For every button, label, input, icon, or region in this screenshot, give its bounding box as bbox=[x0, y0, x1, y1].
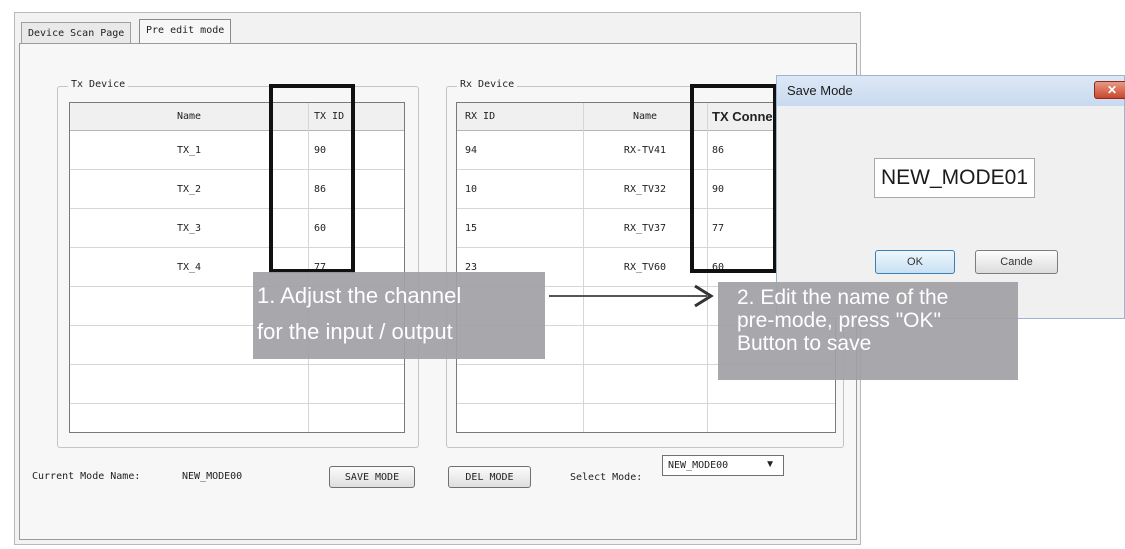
save-mode-button[interactable]: SAVE MODE bbox=[329, 466, 415, 488]
close-icon[interactable]: ✕ bbox=[1094, 81, 1125, 99]
tx-device-group: Tx Device Name TX ID TX_1 90 TX_2 86 TX_… bbox=[57, 79, 419, 448]
cancel-button[interactable]: Cande bbox=[975, 250, 1058, 274]
callout-step-1: 1. Adjust the channel for the input / ou… bbox=[253, 272, 545, 359]
callout-step-2-line-1: 2. Edit the name of the bbox=[737, 286, 949, 309]
tx-id-highlight-box bbox=[269, 84, 355, 273]
callout-step-2-line-3: Button to save bbox=[737, 332, 872, 355]
rx-id-cell: 10 bbox=[465, 183, 478, 195]
mode-name-input[interactable]: NEW_MODE01 bbox=[874, 158, 1035, 198]
rx-name-cell: RX_TV37 bbox=[623, 222, 667, 234]
rx-device-title: Rx Device bbox=[457, 79, 518, 90]
ok-button[interactable]: OK bbox=[875, 250, 955, 274]
column-header-name: Name bbox=[632, 111, 658, 122]
current-mode-value: NEW_MODE00 bbox=[182, 471, 243, 482]
tab-device-scan-page[interactable]: Device Scan Page bbox=[21, 22, 132, 44]
rx-name-cell: RX-TV41 bbox=[623, 144, 667, 156]
callout-step-2-line-2: pre-mode, press "OK" bbox=[737, 309, 941, 332]
select-mode-value: NEW_MODE00 bbox=[668, 460, 729, 471]
current-mode-label: Current Mode Name: bbox=[32, 471, 141, 482]
column-header-rx-id: RX ID bbox=[465, 111, 496, 122]
rx-id-cell: 15 bbox=[465, 222, 478, 234]
del-mode-button[interactable]: DEL MODE bbox=[448, 466, 531, 488]
dialog-title: Save Mode bbox=[787, 83, 853, 98]
empty-row bbox=[70, 404, 404, 432]
empty-row bbox=[457, 404, 835, 432]
tx-device-title: Tx Device bbox=[68, 79, 129, 90]
tx-connect-highlight-box bbox=[690, 84, 777, 273]
arrow-right-icon bbox=[549, 284, 714, 308]
column-divider bbox=[583, 103, 584, 432]
dialog-titlebar[interactable]: Save Mode ✕ bbox=[777, 76, 1125, 106]
select-mode-dropdown[interactable]: NEW_MODE00 ▼ bbox=[662, 455, 784, 476]
select-mode-label: Select Mode: bbox=[570, 472, 643, 483]
rx-id-cell: 94 bbox=[465, 144, 478, 156]
callout-step-1-line-1: 1. Adjust the channel bbox=[257, 283, 462, 308]
rx-name-cell: RX_TV32 bbox=[623, 183, 667, 195]
callout-step-2: 2. Edit the name of the pre-mode, press … bbox=[718, 282, 1018, 380]
empty-row bbox=[70, 365, 404, 404]
callout-step-1-line-2: for the input / output bbox=[257, 319, 453, 344]
tab-pre-edit-mode[interactable]: Pre edit mode bbox=[139, 19, 232, 44]
chevron-down-icon[interactable]: ▼ bbox=[765, 459, 775, 470]
rx-name-cell: RX_TV60 bbox=[623, 261, 667, 273]
